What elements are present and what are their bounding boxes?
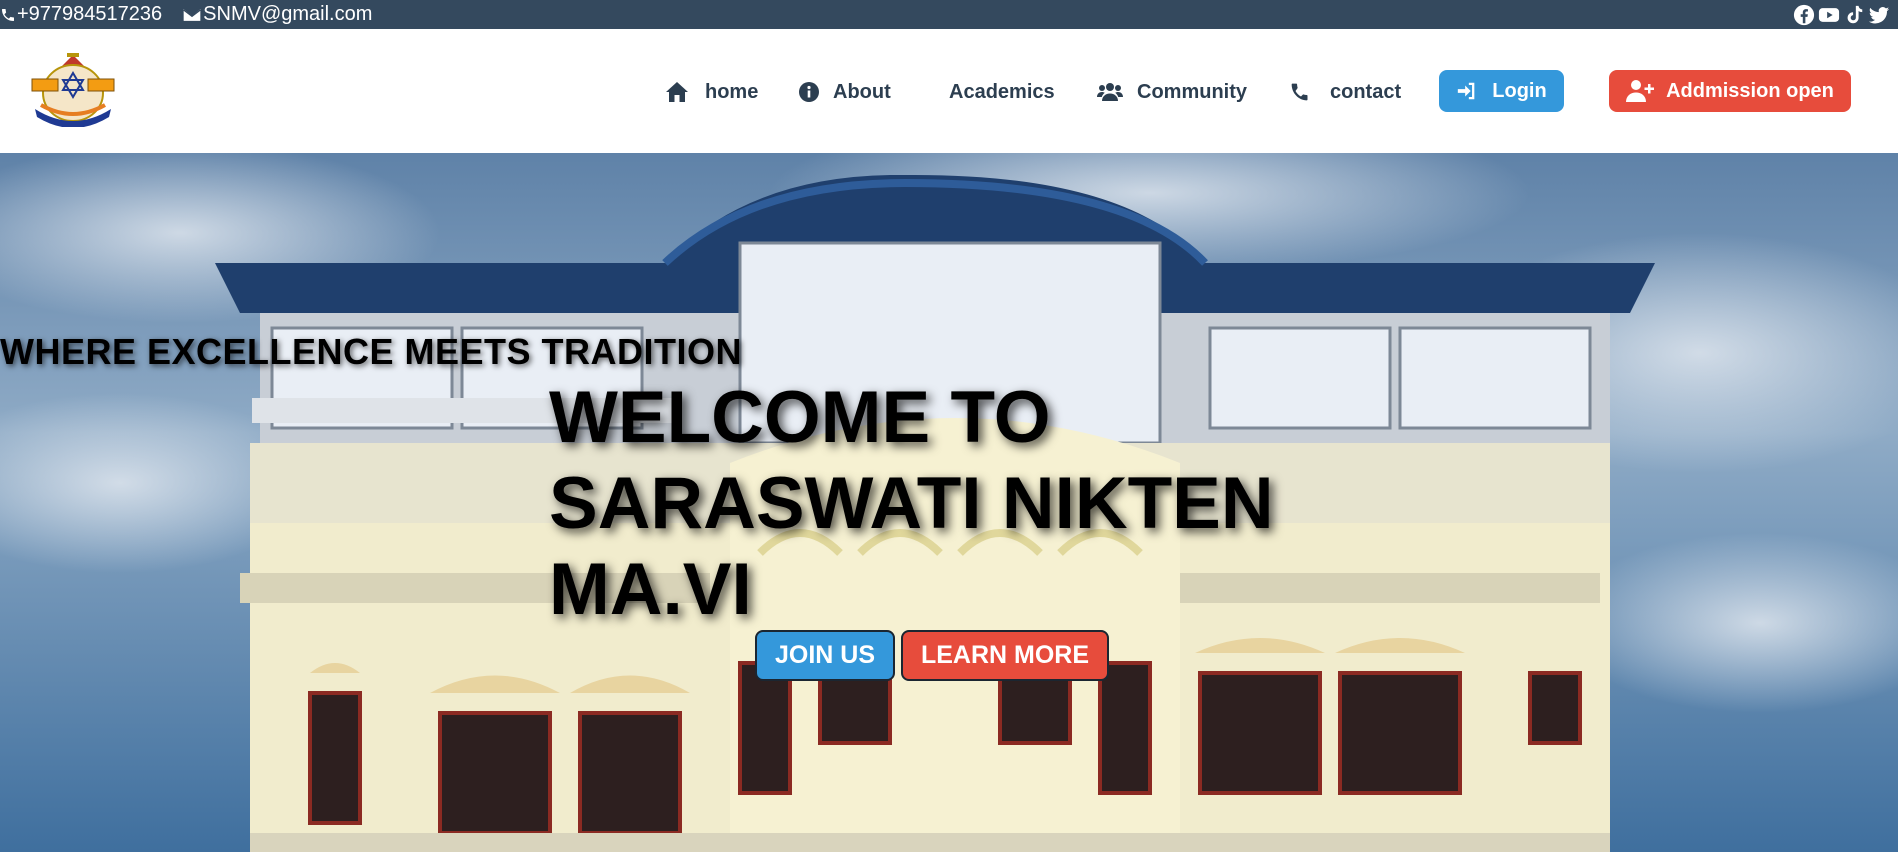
hero-tagline: WHERE EXCELLENCE MEETS TRADITION — [0, 331, 743, 372]
nav-about[interactable]: About — [799, 77, 891, 107]
email-address: SNMV@gmail.com — [203, 3, 373, 25]
nav-home[interactable]: home — [665, 77, 758, 107]
nav-home-label: home — [705, 80, 759, 103]
nav-academics-label: Academics — [949, 80, 1055, 103]
twitter-icon[interactable] — [1868, 4, 1890, 26]
envelope-icon — [183, 8, 201, 21]
tiktok-icon[interactable] — [1843, 4, 1865, 26]
admission-button[interactable]: Addmission open — [1609, 70, 1851, 112]
phone-icon — [2, 8, 14, 21]
hero-section: WHERE EXCELLENCE MEETS TRADITION WELCOME… — [0, 153, 1898, 852]
email-contact[interactable]: SNMV@gmail.com — [182, 3, 372, 26]
user-plus-icon — [1626, 80, 1655, 102]
hero-headline: WELCOME TO SARASWATI NIKTEN MA.VI — [549, 377, 1274, 630]
join-us-button[interactable]: JOIN US — [755, 630, 895, 681]
top-contact-bar: +977984517236 SNMV@gmail.com — [0, 0, 1898, 29]
facebook-icon[interactable] — [1793, 4, 1815, 26]
nav-about-label: About — [833, 80, 891, 103]
admission-label: Addmission open — [1666, 79, 1834, 102]
login-label: Login — [1492, 79, 1547, 102]
phone-contact[interactable]: +977984517236 — [0, 3, 162, 26]
nav-community-label: Community — [1137, 80, 1247, 103]
nav-contact[interactable]: contact — [1290, 77, 1401, 107]
info-icon — [799, 82, 819, 102]
social-links — [1790, 4, 1890, 26]
contact-info: +977984517236 SNMV@gmail.com — [0, 3, 392, 26]
home-icon — [666, 82, 688, 102]
learn-more-button[interactable]: LEARN MORE — [901, 630, 1109, 681]
nav-community[interactable]: Community — [1097, 77, 1247, 107]
nav-contact-label: contact — [1330, 80, 1402, 103]
sign-in-icon — [1458, 82, 1475, 100]
school-logo[interactable] — [27, 53, 119, 128]
phone-icon — [1291, 83, 1308, 101]
nav-academics[interactable]: Academics — [949, 77, 1055, 107]
users-icon — [1097, 83, 1123, 101]
phone-number: +977984517236 — [17, 3, 163, 25]
main-navbar: home About Academics Community contact L… — [0, 29, 1898, 153]
youtube-icon[interactable] — [1818, 4, 1840, 26]
login-button[interactable]: Login — [1439, 70, 1564, 112]
